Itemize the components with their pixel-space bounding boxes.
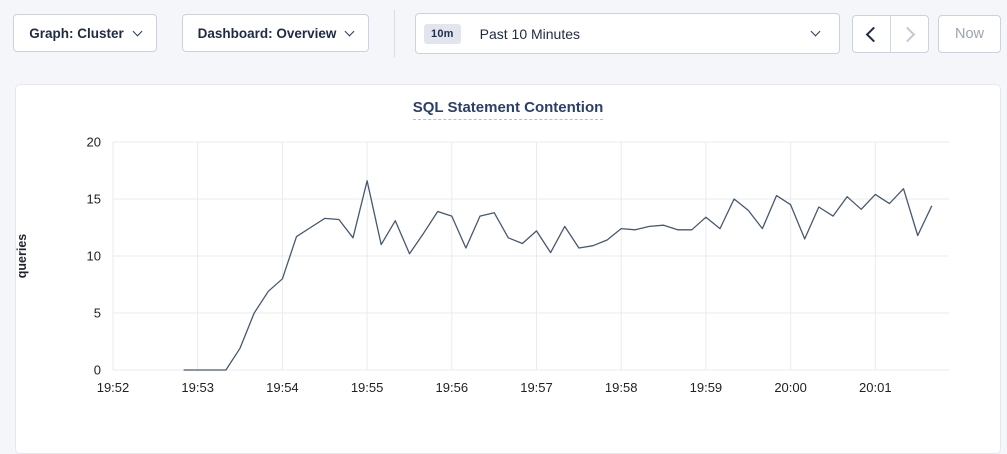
x-tick-label: 19:57: [520, 380, 553, 395]
dashboard-dropdown[interactable]: Dashboard: Overview: [182, 14, 369, 52]
time-forward-button[interactable]: [891, 16, 928, 52]
chart-panel: SQL Statement Contention queries 0510152…: [15, 84, 1001, 454]
chevron-down-icon: [132, 26, 142, 36]
x-tick-label: 19:52: [97, 380, 130, 395]
time-range-label: Past 10 Minutes: [480, 26, 580, 42]
series-line: [184, 181, 932, 370]
x-tick-label: 20:00: [774, 380, 807, 395]
toolbar-divider: [394, 10, 395, 57]
chevron-right-icon: [900, 26, 916, 42]
y-tick-label: 0: [94, 363, 101, 378]
chevron-down-icon: [345, 26, 355, 36]
time-back-button[interactable]: [853, 16, 891, 52]
y-tick-label: 20: [87, 135, 101, 150]
toolbar: Graph: Cluster Dashboard: Overview 10m P…: [0, 0, 1007, 70]
x-tick-label: 20:01: [859, 380, 892, 395]
now-button[interactable]: Now: [938, 15, 1001, 53]
chart-svg: 0 5 10 15 20 19:52 19:53 19:54 19:55 19:56 19:57 19…: [16, 85, 1000, 415]
time-range-badge: 10m: [424, 24, 461, 44]
x-tick-label: 19:53: [181, 380, 214, 395]
time-range-dropdown[interactable]: 10m Past 10 Minutes: [415, 13, 840, 54]
y-tick-label: 5: [94, 306, 101, 321]
x-tick-label: 19:59: [690, 380, 723, 395]
now-button-label: Now: [955, 26, 984, 42]
y-tick-label: 10: [87, 249, 101, 264]
x-tick-label: 19:54: [266, 380, 299, 395]
x-tick-label: 19:58: [605, 380, 638, 395]
dashboard-dropdown-label: Dashboard: Overview: [198, 26, 337, 41]
graph-dropdown[interactable]: Graph: Cluster: [13, 14, 157, 52]
x-tick-label: 19:55: [351, 380, 384, 395]
chevron-down-icon: [811, 27, 821, 37]
y-tick-label: 15: [87, 192, 101, 207]
time-nav-segmented-control: [852, 15, 929, 53]
chevron-left-icon: [866, 26, 882, 42]
graph-dropdown-label: Graph: Cluster: [29, 26, 124, 41]
x-tick-label: 19:56: [436, 380, 469, 395]
